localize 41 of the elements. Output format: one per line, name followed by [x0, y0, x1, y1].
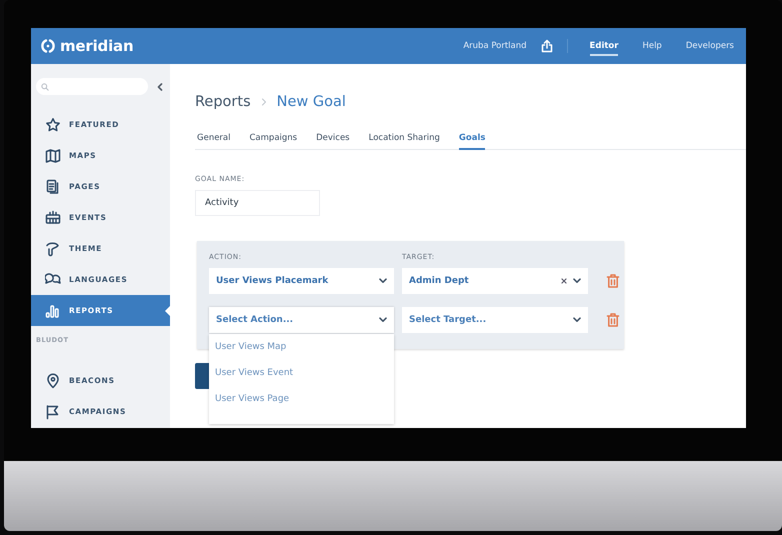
document-icon [45, 178, 61, 194]
nav-link[interactable]: Editor [590, 36, 618, 56]
logo-text: meridian [60, 37, 134, 55]
breadcrumb-link[interactable]: New Goal [276, 94, 346, 110]
trash-icon[interactable] [606, 312, 620, 328]
calendar-icon [45, 210, 61, 226]
search-field[interactable] [36, 78, 148, 95]
trash-icon[interactable] [606, 273, 620, 289]
clear-icon[interactable] [561, 278, 567, 284]
star-icon [45, 116, 61, 132]
flag-icon [45, 404, 61, 420]
dropdown-placeholder: Select Target... [409, 315, 488, 325]
dropdown-value: User Views Placemark [216, 276, 330, 286]
collapse-icon[interactable] [157, 82, 163, 90]
chevron-down-icon [573, 278, 581, 284]
nav-link[interactable]: Developers [686, 36, 734, 56]
tab[interactable]: Devices [316, 127, 350, 150]
brush-icon [45, 240, 61, 256]
goal-name-field[interactable]: Activity [195, 190, 320, 216]
tab[interactable]: General [197, 127, 230, 150]
dropdown[interactable]: Admin Dept [402, 268, 588, 294]
tab[interactable]: Campaigns [250, 127, 298, 150]
search-icon [41, 82, 49, 90]
dropdown[interactable]: Select Target... [402, 307, 588, 333]
share-icon[interactable] [540, 39, 553, 53]
chevron-down-icon [379, 278, 387, 284]
location-pin-icon [45, 372, 61, 388]
bar-chart-icon [45, 302, 61, 318]
location-link[interactable]: Aruba Portland [463, 41, 527, 51]
dropdown[interactable]: User Views Placemark [209, 268, 394, 294]
dropdown-value: Admin Dept [409, 276, 470, 286]
breadcrumb-link[interactable]: Reports [195, 94, 251, 110]
tab[interactable]: Location Sharing [368, 127, 440, 150]
chevron-down-icon [573, 317, 581, 323]
tab[interactable]: Goals [458, 127, 486, 150]
chevron-down-icon [379, 317, 387, 323]
nav-link[interactable]: Help [642, 36, 662, 56]
dropdown-placeholder: Select Action... [216, 315, 294, 325]
map-icon [45, 148, 61, 164]
chevron-right-icon [260, 98, 267, 106]
logo-icon [40, 38, 56, 54]
